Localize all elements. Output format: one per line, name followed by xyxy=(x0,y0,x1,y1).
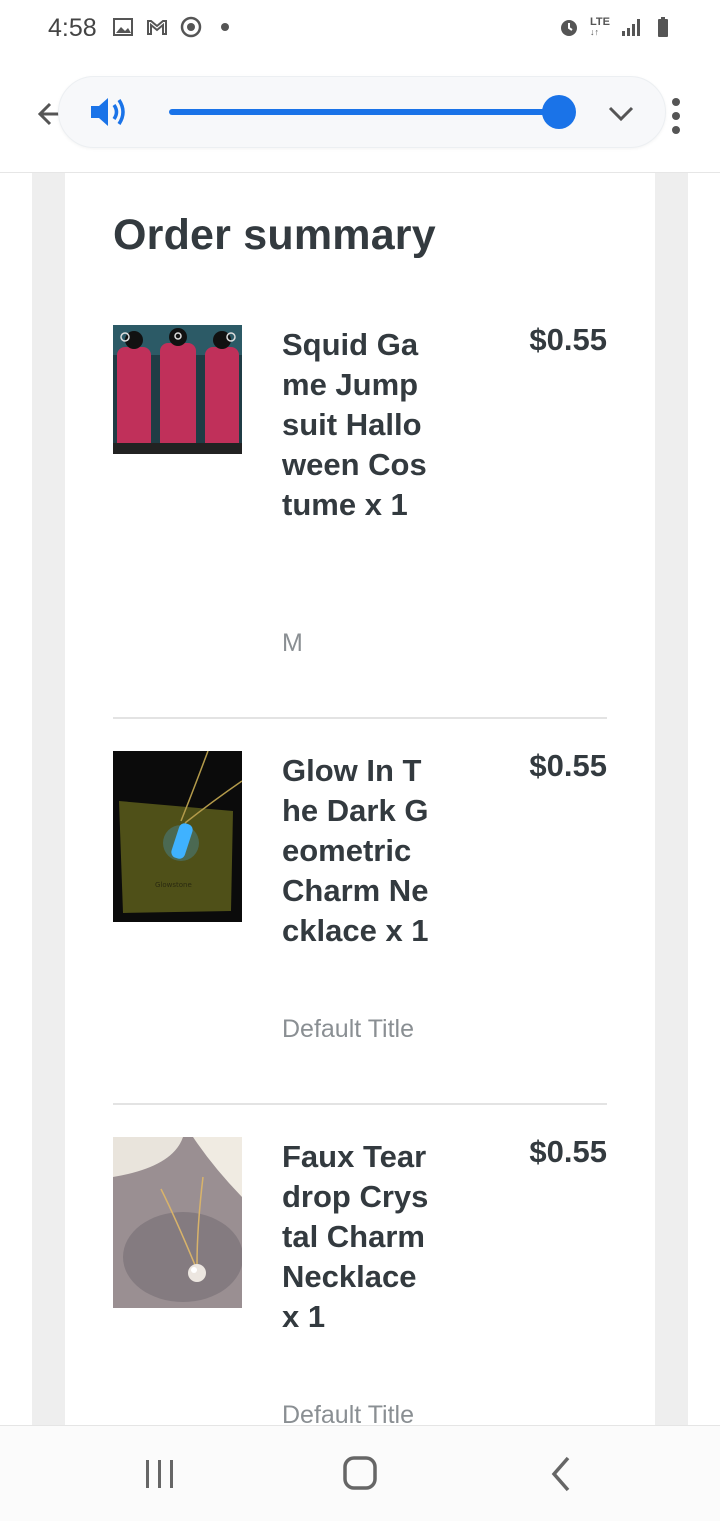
item-name-block: Glow In The Dark Geometric Charm Necklac… xyxy=(282,751,432,951)
volume-slider-thumb[interactable] xyxy=(542,95,576,129)
svg-text:Glowstone: Glowstone xyxy=(155,881,192,889)
chrome-icon xyxy=(180,16,202,38)
chevron-down-icon[interactable] xyxy=(607,99,635,127)
status-bar: 4:58 LTE ↓↑ xyxy=(0,0,720,60)
status-time: 4:58 xyxy=(48,14,97,42)
alarm-icon xyxy=(561,20,578,36)
top-toolbar xyxy=(0,60,720,173)
item-price: $0.55 xyxy=(529,1134,607,1169)
gmail-icon xyxy=(147,20,167,35)
item-name: Faux Teardrop Crystal Charm Necklace xyxy=(282,1139,429,1294)
recents-icon[interactable] xyxy=(138,1454,182,1494)
more-options-icon[interactable] xyxy=(668,96,684,136)
item-variant: Default Title xyxy=(282,1015,415,1043)
item-quantity: x 1 xyxy=(282,1299,326,1334)
image-icon xyxy=(113,18,133,36)
product-image[interactable] xyxy=(113,1137,242,1308)
divider xyxy=(113,1103,607,1105)
email-content[interactable]: Order summary Squid Game Jumpsuit Hallow… xyxy=(32,173,688,1425)
item-variant: M xyxy=(282,629,303,657)
product-image[interactable] xyxy=(113,325,242,454)
item-quantity: x 1 xyxy=(385,913,429,948)
navigation-bar xyxy=(0,1425,720,1521)
lte-icon: LTE ↓↑ xyxy=(590,16,610,38)
divider xyxy=(113,717,607,719)
order-summary-card: Order summary Squid Game Jumpsuit Hallow… xyxy=(65,173,655,1425)
battery-icon xyxy=(658,17,668,37)
back-icon[interactable] xyxy=(540,1454,584,1494)
product-image[interactable]: Glowstone xyxy=(113,751,242,922)
dot-icon xyxy=(221,23,229,31)
item-name-block: Squid Game Jumpsuit Halloween Costume x … xyxy=(282,325,432,525)
order-summary-title: Order summary xyxy=(113,211,436,259)
item-variant: Default Title xyxy=(282,1401,415,1425)
volume-icon[interactable] xyxy=(89,95,131,129)
item-quantity: x 1 xyxy=(364,487,408,522)
item-price: $0.55 xyxy=(529,748,607,783)
item-price: $0.55 xyxy=(529,322,607,357)
home-icon[interactable] xyxy=(338,1454,382,1494)
volume-control[interactable] xyxy=(58,76,666,148)
item-name-block: Faux Teardrop Crystal Charm Necklace x 1 xyxy=(282,1137,432,1337)
signal-icon xyxy=(622,19,640,36)
volume-slider-track[interactable] xyxy=(169,109,561,115)
